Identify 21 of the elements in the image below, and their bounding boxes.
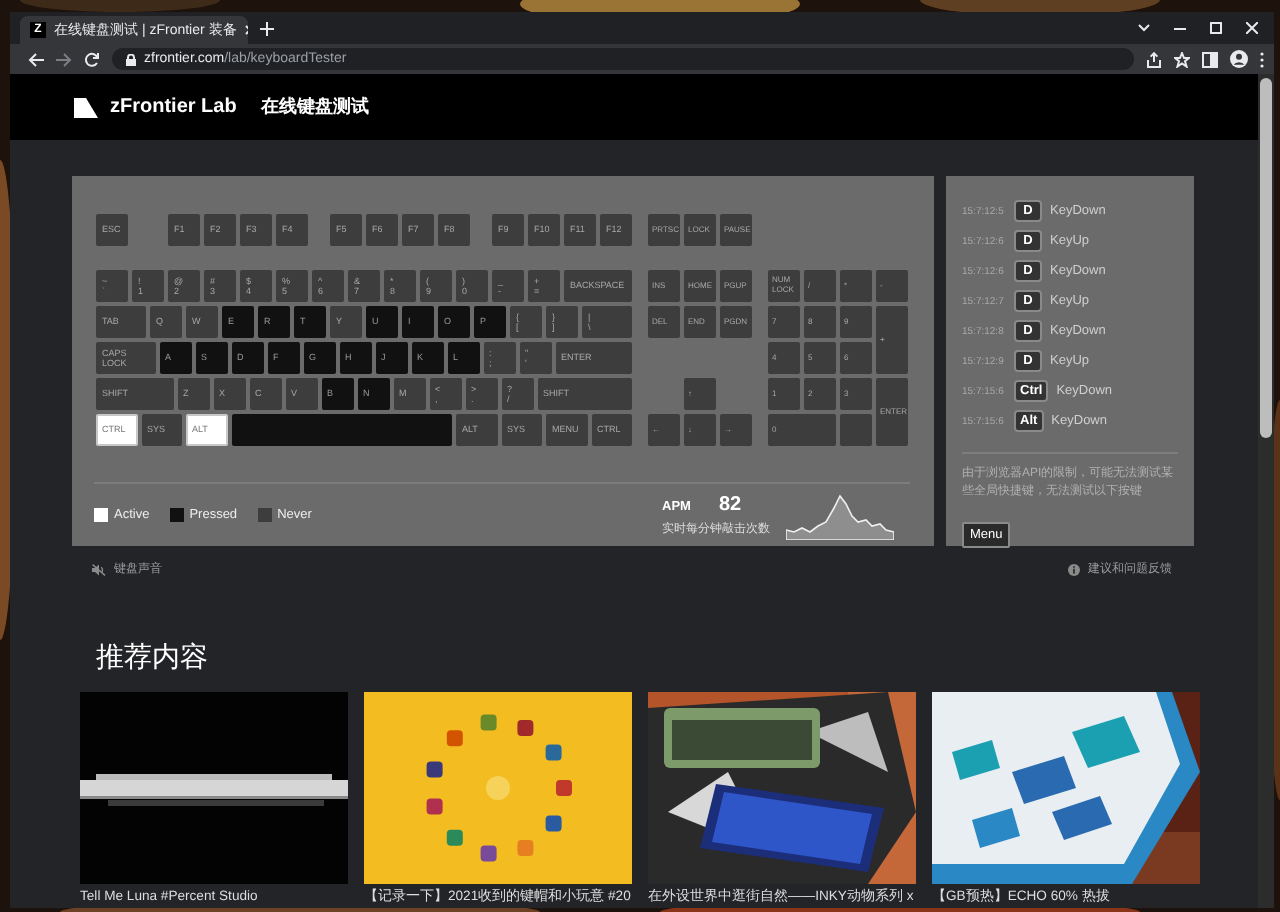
side-panel-icon[interactable] bbox=[1202, 51, 1218, 67]
logo-icon[interactable] bbox=[74, 97, 98, 117]
lock-icon bbox=[126, 53, 136, 65]
profile-icon[interactable] bbox=[1230, 50, 1248, 68]
apm-sparkline bbox=[786, 491, 894, 539]
scrollbar-thumb[interactable] bbox=[1260, 78, 1272, 438]
section-heading: 推荐内容 bbox=[96, 638, 210, 676]
new-tab-icon[interactable] bbox=[260, 22, 274, 36]
info-icon bbox=[1068, 563, 1080, 575]
back-icon[interactable] bbox=[28, 51, 44, 67]
minimize-icon[interactable] bbox=[1174, 27, 1186, 29]
chevron-down-icon[interactable] bbox=[1138, 24, 1150, 32]
apm-value: 82 bbox=[718, 493, 742, 515]
mute-icon bbox=[92, 563, 106, 575]
maximize-icon[interactable] bbox=[1210, 22, 1222, 34]
page-title: 在线键盘测试 bbox=[260, 94, 369, 120]
forward-icon[interactable] bbox=[56, 51, 72, 67]
reload-icon[interactable] bbox=[84, 51, 100, 67]
brand-name[interactable]: zFrontier Lab bbox=[110, 96, 237, 118]
star-icon[interactable] bbox=[1174, 51, 1190, 67]
share-icon[interactable] bbox=[1146, 51, 1162, 67]
